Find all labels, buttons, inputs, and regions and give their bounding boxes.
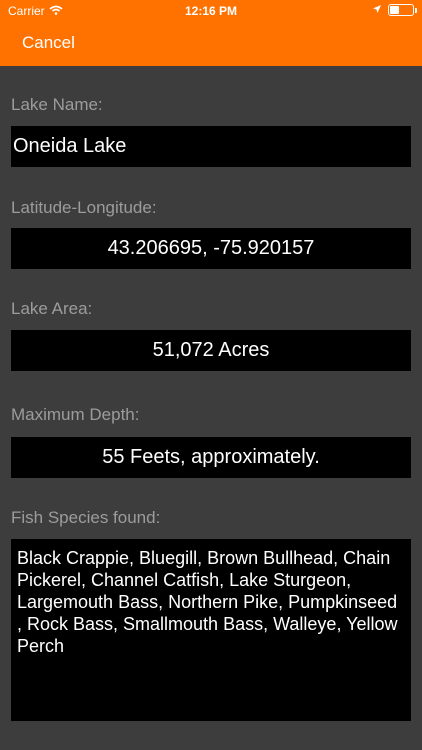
location-arrow-icon (372, 3, 382, 17)
clock: 12:16 PM (184, 4, 238, 18)
fish-species-textarea[interactable]: Black Crappie, Bluegill, Brown Bullhead,… (11, 539, 411, 721)
status-bar: Carrier 12:16 PM (0, 0, 422, 22)
lat-long-field[interactable]: 43.206695, -75.920157 (11, 228, 411, 269)
max-depth-label: Maximum Depth: (11, 405, 140, 424)
status-right (372, 3, 417, 17)
cancel-button[interactable]: Cancel (22, 33, 75, 53)
lake-area-label: Lake Area: (11, 299, 93, 318)
max-depth-field[interactable]: 55 Feets, approximately. (11, 437, 411, 478)
battery-icon (388, 4, 417, 16)
lake-area-field[interactable]: 51,072 Acres (11, 330, 411, 371)
lat-long-label: Latitude-Longitude: (11, 198, 157, 217)
lake-name-field[interactable]: Oneida Lake (11, 126, 411, 167)
fish-species-label: Fish Species found: (11, 508, 161, 527)
navigation-bar: Carrier 12:16 PM Cancel (0, 0, 422, 66)
lake-name-label: Lake Name: (11, 95, 103, 114)
